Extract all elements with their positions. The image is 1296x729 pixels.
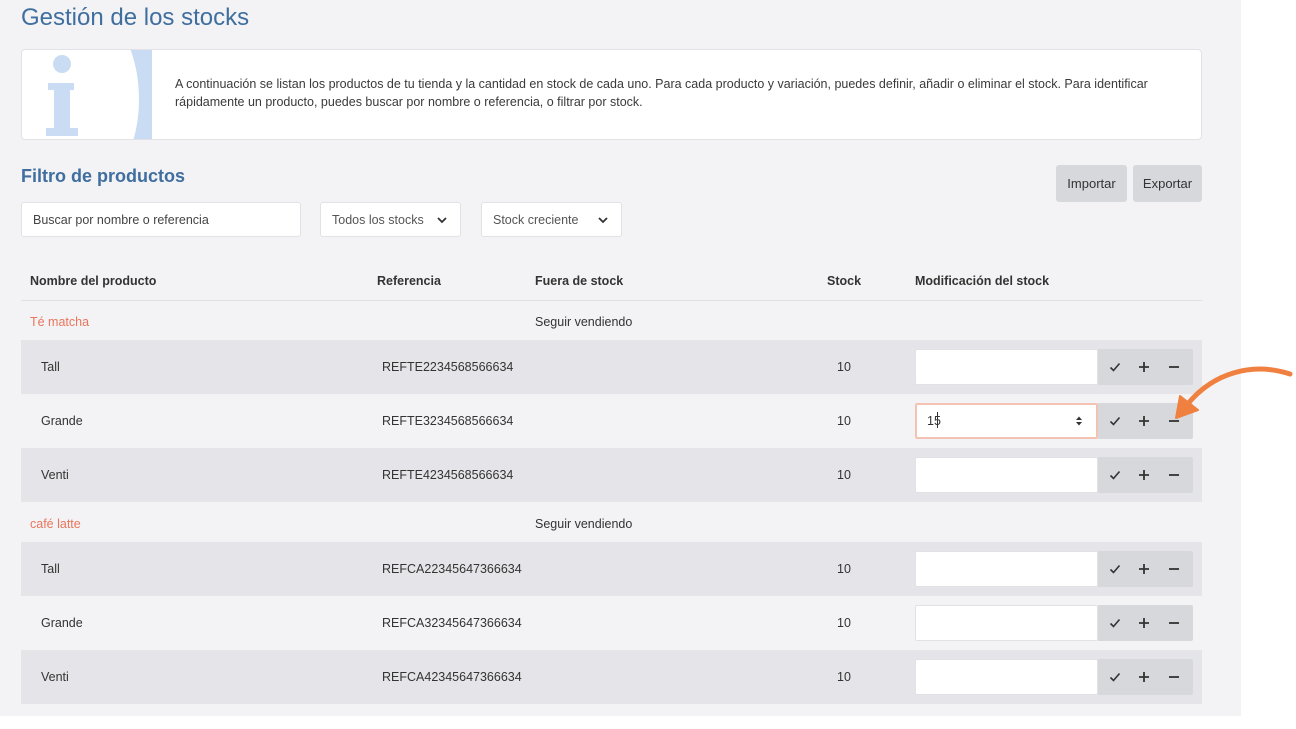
- plus-icon[interactable]: [1131, 403, 1157, 439]
- info-text: A continuación se listan los productos d…: [175, 77, 1148, 109]
- check-icon[interactable]: [1102, 605, 1128, 641]
- variant-reference: REFCA32345647366634: [382, 616, 522, 630]
- stock-filter-value: Todos los stocks: [332, 212, 424, 227]
- variant-reference: REFTE2234568566634: [382, 360, 514, 374]
- product-name: café latte: [30, 517, 81, 531]
- column-header-out-of-stock: Fuera de stock: [535, 274, 624, 288]
- variant-name: Venti: [41, 670, 69, 684]
- column-header-reference: Referencia: [377, 274, 441, 288]
- variant-row: Grande REFTE3234568566634 10: [21, 394, 1202, 448]
- variant-row: Venti REFCA42345647366634 10: [21, 650, 1202, 704]
- plus-icon[interactable]: [1131, 605, 1157, 641]
- variant-name: Tall: [41, 562, 60, 576]
- import-button[interactable]: Importar: [1056, 165, 1127, 202]
- plus-icon[interactable]: [1131, 457, 1157, 493]
- annotation-arrow-icon: [1175, 366, 1293, 419]
- variant-reference: REFTE4234568566634: [382, 468, 514, 482]
- check-icon[interactable]: [1102, 551, 1128, 587]
- variant-reference: REFCA22345647366634: [382, 562, 522, 576]
- stock-quantity-input[interactable]: [915, 659, 1098, 695]
- variant-stock: 10: [837, 414, 851, 428]
- chevron-down-icon: [437, 217, 447, 224]
- stock-quantity-input[interactable]: [915, 403, 1098, 439]
- variant-stock: 10: [837, 670, 851, 684]
- product-out-of-stock: Seguir vendiendo: [535, 315, 633, 329]
- sort-select[interactable]: Stock creciente: [481, 202, 622, 237]
- minus-icon[interactable]: [1161, 551, 1187, 587]
- variant-row: Tall REFCA22345647366634 10: [21, 542, 1202, 596]
- stock-actions: [1098, 457, 1193, 493]
- stock-quantity-input[interactable]: [915, 349, 1098, 385]
- product-row: café latte Seguir vendiendo: [21, 503, 1202, 542]
- variant-stock: 10: [837, 360, 851, 374]
- variant-row: Venti REFTE4234568566634 10: [21, 448, 1202, 502]
- variant-name: Grande: [41, 616, 83, 630]
- plus-icon[interactable]: [1131, 349, 1157, 385]
- info-box: A continuación se listan los productos d…: [21, 49, 1202, 140]
- stock-quantity-input[interactable]: [915, 551, 1098, 587]
- sort-value: Stock creciente: [493, 212, 579, 227]
- export-button[interactable]: Exportar: [1133, 165, 1202, 202]
- variant-stock: 10: [837, 616, 851, 630]
- minus-icon[interactable]: [1161, 457, 1187, 493]
- product-row: Té matcha Seguir vendiendo: [21, 301, 1202, 340]
- variant-stock: 10: [837, 562, 851, 576]
- check-icon[interactable]: [1102, 349, 1128, 385]
- plus-icon[interactable]: [1131, 659, 1157, 695]
- column-header-name: Nombre del producto: [30, 274, 157, 288]
- column-header-modification: Modificación del stock: [915, 274, 1050, 288]
- page-title: Gestión de los stocks: [21, 4, 250, 31]
- variant-name: Venti: [41, 468, 69, 482]
- minus-icon[interactable]: [1161, 659, 1187, 695]
- check-icon[interactable]: [1102, 403, 1128, 439]
- text-cursor: [937, 412, 938, 428]
- info-icon: [46, 50, 152, 139]
- variant-name: Tall: [41, 360, 60, 374]
- spinner-icon[interactable]: [1075, 415, 1083, 427]
- check-icon[interactable]: [1102, 457, 1128, 493]
- stock-filter-select[interactable]: Todos los stocks: [320, 202, 461, 237]
- search-input[interactable]: [21, 202, 301, 237]
- stock-actions: [1098, 659, 1193, 695]
- stock-quantity-input[interactable]: [915, 457, 1098, 493]
- check-icon[interactable]: [1102, 659, 1128, 695]
- product-name: Té matcha: [30, 315, 90, 329]
- variant-stock: 10: [837, 468, 851, 482]
- stock-actions: [1098, 551, 1193, 587]
- stock-actions: [1098, 605, 1193, 641]
- variant-name: Grande: [41, 414, 83, 428]
- variant-reference: REFTE3234568566634: [382, 414, 514, 428]
- product-out-of-stock: Seguir vendiendo: [535, 517, 633, 531]
- variant-row: Grande REFCA32345647366634 10: [21, 596, 1202, 650]
- stock-quantity-input[interactable]: [915, 605, 1098, 641]
- plus-icon[interactable]: [1131, 551, 1157, 587]
- filter-title: Filtro de productos: [21, 166, 185, 186]
- variant-reference: REFCA42345647366634: [382, 670, 522, 684]
- chevron-down-icon: [598, 217, 608, 224]
- variant-row: Tall REFTE2234568566634 10: [21, 340, 1202, 394]
- stock-management-page: Gestión de los stocks A continuación se …: [0, 0, 1241, 716]
- column-header-stock: Stock: [827, 274, 862, 288]
- minus-icon[interactable]: [1161, 605, 1187, 641]
